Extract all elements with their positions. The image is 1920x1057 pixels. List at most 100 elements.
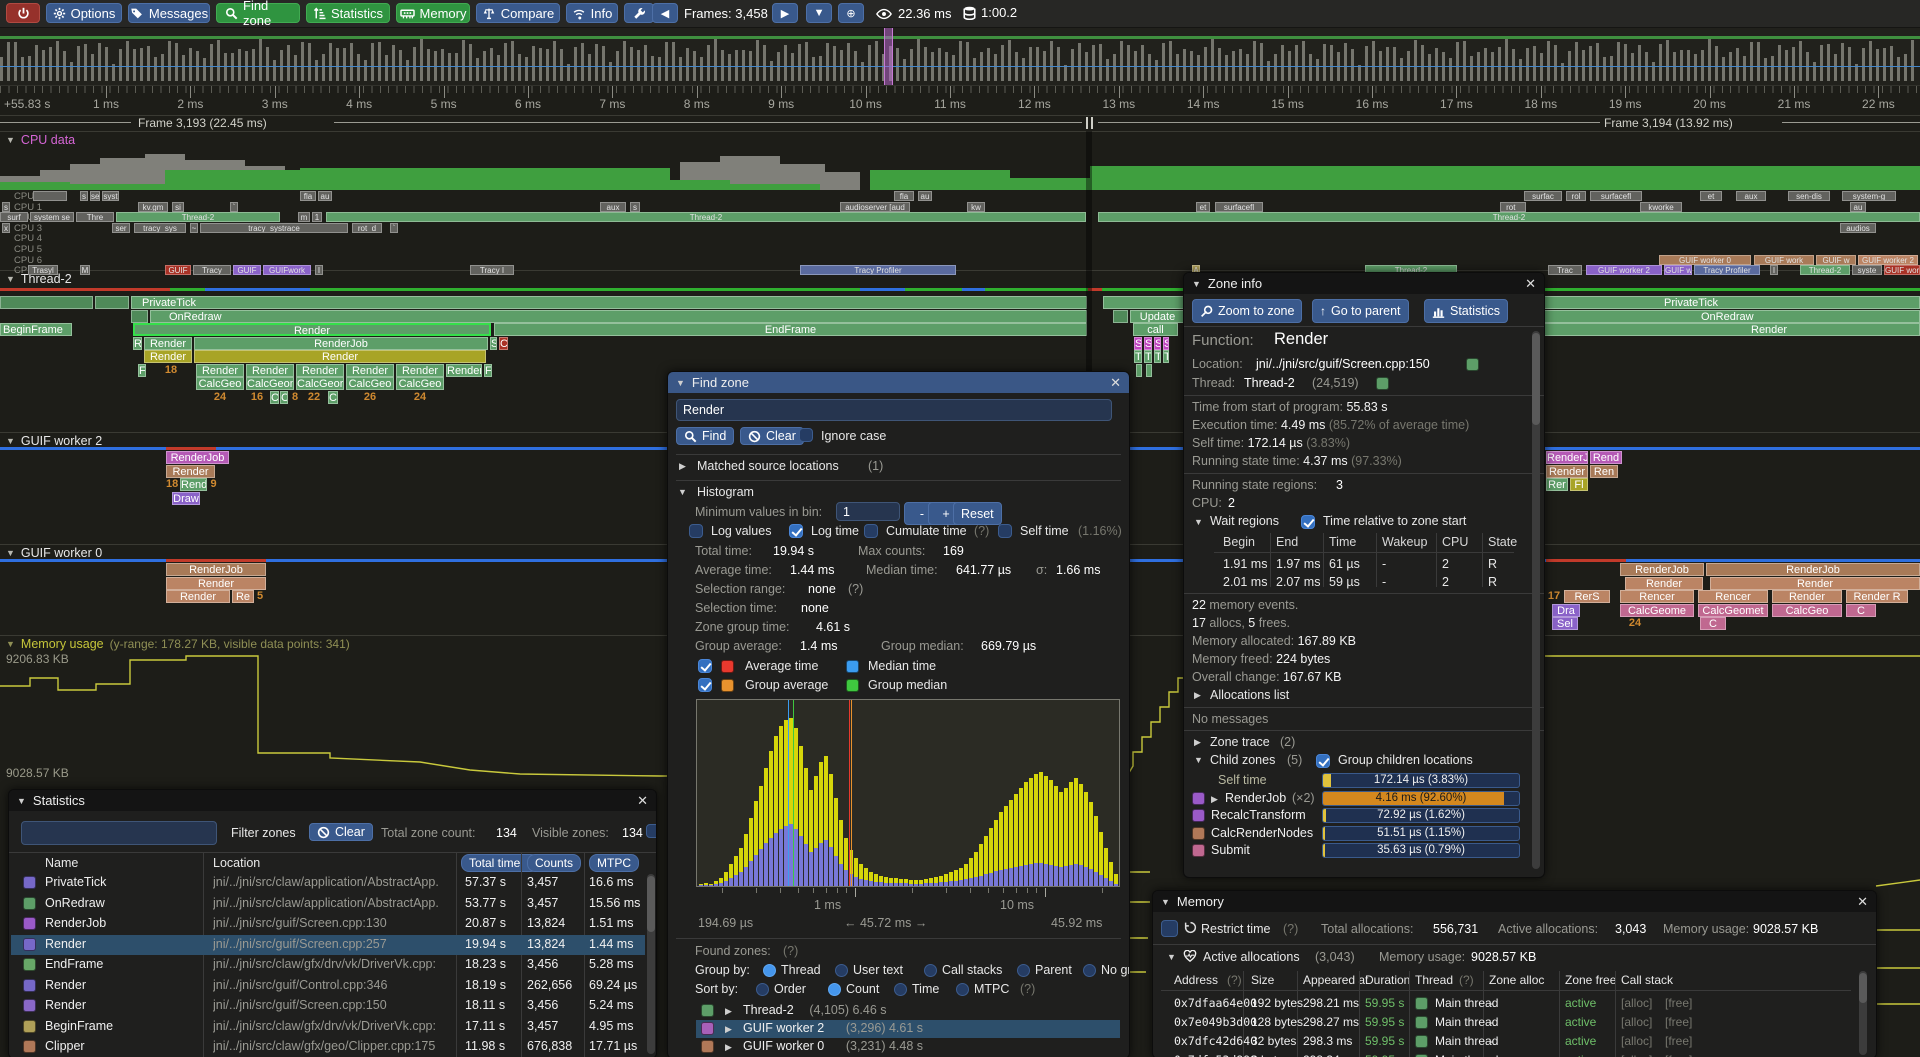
expand-arrow-icon[interactable]: ▶ xyxy=(1194,737,1201,748)
cpu-zone[interactable]: et xyxy=(1196,202,1210,212)
timeline-zone[interactable] xyxy=(0,296,93,309)
cpu-zone[interactable] xyxy=(33,191,67,201)
cpu-zone[interactable]: fla xyxy=(894,191,914,201)
timeline-zone[interactable]: call xyxy=(1133,323,1178,336)
location-swatch[interactable] xyxy=(1466,358,1479,371)
section-header-cpu-data[interactable]: ▼CPU data xyxy=(6,133,75,147)
timeline-zone[interactable]: Fl xyxy=(1570,478,1588,491)
timeline-zone[interactable]: 24 xyxy=(196,391,244,404)
cpu-zone[interactable]: rot_ xyxy=(1500,202,1526,212)
timeline-zone[interactable]: Draw xyxy=(172,492,200,505)
stats-row[interactable]: Renderjni/../jni/src/guif/Control.cpp:34… xyxy=(11,976,645,996)
timeline-zone[interactable]: 17 xyxy=(1546,590,1562,603)
log-values-checkbox[interactable] xyxy=(689,524,703,538)
prev-frame-button[interactable]: ◀ xyxy=(652,3,678,23)
cpu-zone[interactable]: Thread-2 xyxy=(116,212,280,222)
timeline-zone[interactable]: Si xyxy=(1144,337,1152,350)
timeline-zone[interactable] xyxy=(1136,364,1142,377)
cpu-zone[interactable]: Thread-2 xyxy=(326,212,1086,222)
memory-row[interactable]: 0x7dfc53d8988 bytes298.34 ms59.95 sMain … xyxy=(1153,1052,1853,1057)
memory-row[interactable]: 0x7e049b3d00128 bytes298.27 ms59.95 sMai… xyxy=(1153,1014,1853,1033)
find-zone-titlebar[interactable]: ▼Find zone✕ xyxy=(668,372,1129,393)
section-header-guif-worker-2[interactable]: ▼GUIF worker 2 xyxy=(6,434,102,448)
expand-arrow-icon[interactable]: ▶ xyxy=(1211,794,1218,805)
next-frame-button[interactable]: ▶ xyxy=(772,3,798,23)
group-children-checkbox[interactable] xyxy=(1316,754,1330,768)
stats-row[interactable]: OnRedrawjni/../jni/src/claw/application/… xyxy=(11,894,645,914)
cpu-zone[interactable]: s xyxy=(80,191,88,201)
timeline-zone[interactable]: RenderJob xyxy=(1706,563,1920,576)
timeline-zone[interactable]: 24 xyxy=(396,391,444,404)
collapse-triangle-icon[interactable]: ▼ xyxy=(678,487,687,497)
cpu-zone[interactable]: fla xyxy=(300,191,316,201)
scrollbar-thumb[interactable] xyxy=(1532,333,1540,425)
expand-arrow-icon[interactable]: ▶ xyxy=(725,1024,732,1035)
toolbar-button-find-zone[interactable]: Find zone xyxy=(216,3,300,23)
cpu-zone[interactable]: syst xyxy=(102,191,119,201)
expand-arrow-icon[interactable]: ▶ xyxy=(725,1042,732,1053)
cpu-zone[interactable]: au xyxy=(318,191,332,201)
toolbar-button-options[interactable]: Options xyxy=(46,3,122,23)
group-by-radio-parent[interactable] xyxy=(1017,964,1030,977)
search-input[interactable]: Render xyxy=(676,399,1112,421)
cumulate-time-checkbox[interactable] xyxy=(864,524,878,538)
log-time-checkbox[interactable] xyxy=(789,524,803,538)
timeline-zone[interactable]: CalcGeo xyxy=(1772,604,1842,617)
ignore-case-checkbox[interactable] xyxy=(799,428,813,442)
child-zone-row[interactable]: Submit35.63 µs (0.79%) xyxy=(1184,843,1544,859)
timeline-zone[interactable]: 8 xyxy=(290,391,300,404)
sort-by-radio-order[interactable] xyxy=(756,983,769,996)
timeline-zone[interactable]: 24 xyxy=(1620,617,1650,630)
timeline-zone[interactable]: Render xyxy=(166,577,266,590)
cpu-zone[interactable]: GUIF w xyxy=(1816,255,1856,265)
timeline-zone[interactable]: R xyxy=(133,337,142,350)
clip-checkbox[interactable] xyxy=(646,824,657,838)
scrollbar-thumb[interactable] xyxy=(647,876,655,932)
close-icon[interactable]: ✕ xyxy=(1525,276,1536,292)
cpu-zone[interactable]: Thread-2 xyxy=(1800,265,1850,275)
group-by-radio-user-text[interactable] xyxy=(835,964,848,977)
focus-frame-button[interactable]: ⊕ xyxy=(838,3,864,23)
go-to-parent-button[interactable]: ↑Go to parent xyxy=(1312,299,1409,323)
timeline-zone[interactable]: C xyxy=(270,391,279,404)
cpu-zone[interactable]: GUIF xyxy=(233,265,261,275)
timeline-zone[interactable]: Render xyxy=(166,465,215,478)
cpu-zone[interactable]: aux xyxy=(600,202,626,212)
zoom-to-zone-button[interactable]: Zoom to zone xyxy=(1192,299,1302,323)
clear-button[interactable]: Clear xyxy=(740,427,804,445)
cpu-zone[interactable]: surf xyxy=(0,212,28,222)
timeline-zone[interactable]: OnRedraw xyxy=(150,310,1087,323)
collapse-triangle-icon[interactable]: ▼ xyxy=(1161,897,1170,907)
callstack-alloc-link[interactable]: [alloc] xyxy=(1621,996,1652,1010)
sort-by-radio-mtpc[interactable] xyxy=(956,983,969,996)
found-zone-group[interactable]: ▶Thread-2(4,105) 6.46 s xyxy=(696,1002,1120,1020)
child-zone-row[interactable]: CalcRenderNodes51.51 µs (1.15%) xyxy=(1184,826,1544,842)
timeline-zone[interactable]: CalcGeo xyxy=(196,377,244,390)
timeline-zone[interactable]: Render xyxy=(144,350,192,363)
timeline-zone[interactable]: F xyxy=(138,364,146,377)
timeline-zone[interactable]: Ren xyxy=(1590,465,1618,478)
timeline-zone[interactable]: C xyxy=(280,391,288,404)
legend-checkbox[interactable] xyxy=(698,659,712,673)
cpu-zone[interactable]: surfacefl xyxy=(1215,202,1263,212)
toolbar-button-statistics[interactable]: Statistics xyxy=(306,3,390,23)
cpu-zone[interactable]: ` xyxy=(230,202,238,212)
timeline-zone[interactable]: Rer xyxy=(1546,478,1568,491)
cpu-zone[interactable]: Thread-2 xyxy=(1098,212,1920,222)
stats-row[interactable]: BeginFramejni/../jni/src/claw/gfx/drv/vk… xyxy=(11,1017,645,1037)
stats-row[interactable]: EndFramejni/../jni/src/claw/gfx/drv/vk/D… xyxy=(11,955,645,975)
collapse-triangle-icon[interactable]: ▼ xyxy=(6,548,15,558)
reset-button[interactable]: Reset xyxy=(953,502,1002,525)
timeline-zone[interactable]: CalcGeomet xyxy=(1698,604,1768,617)
close-icon[interactable]: ✕ xyxy=(1857,894,1868,910)
cpu-zone[interactable]: system-g xyxy=(1842,191,1896,201)
timeline-zone[interactable]: Render xyxy=(1710,577,1920,590)
stats-row[interactable]: RenderJobjni/../jni/src/guif/Screen.cpp:… xyxy=(11,914,645,934)
callstack-free-link[interactable]: [free] xyxy=(1665,996,1692,1010)
timeline-zone[interactable]: PrivateTick xyxy=(131,296,1087,309)
timeline-zone[interactable]: 9 xyxy=(209,478,218,491)
toolbar-button-tools[interactable] xyxy=(624,3,654,23)
timeline-zone[interactable]: CalcGeome xyxy=(246,377,294,390)
timeline-zone[interactable]: Rencer xyxy=(1698,590,1768,603)
timeline-zone[interactable]: RenderJob xyxy=(166,451,229,464)
